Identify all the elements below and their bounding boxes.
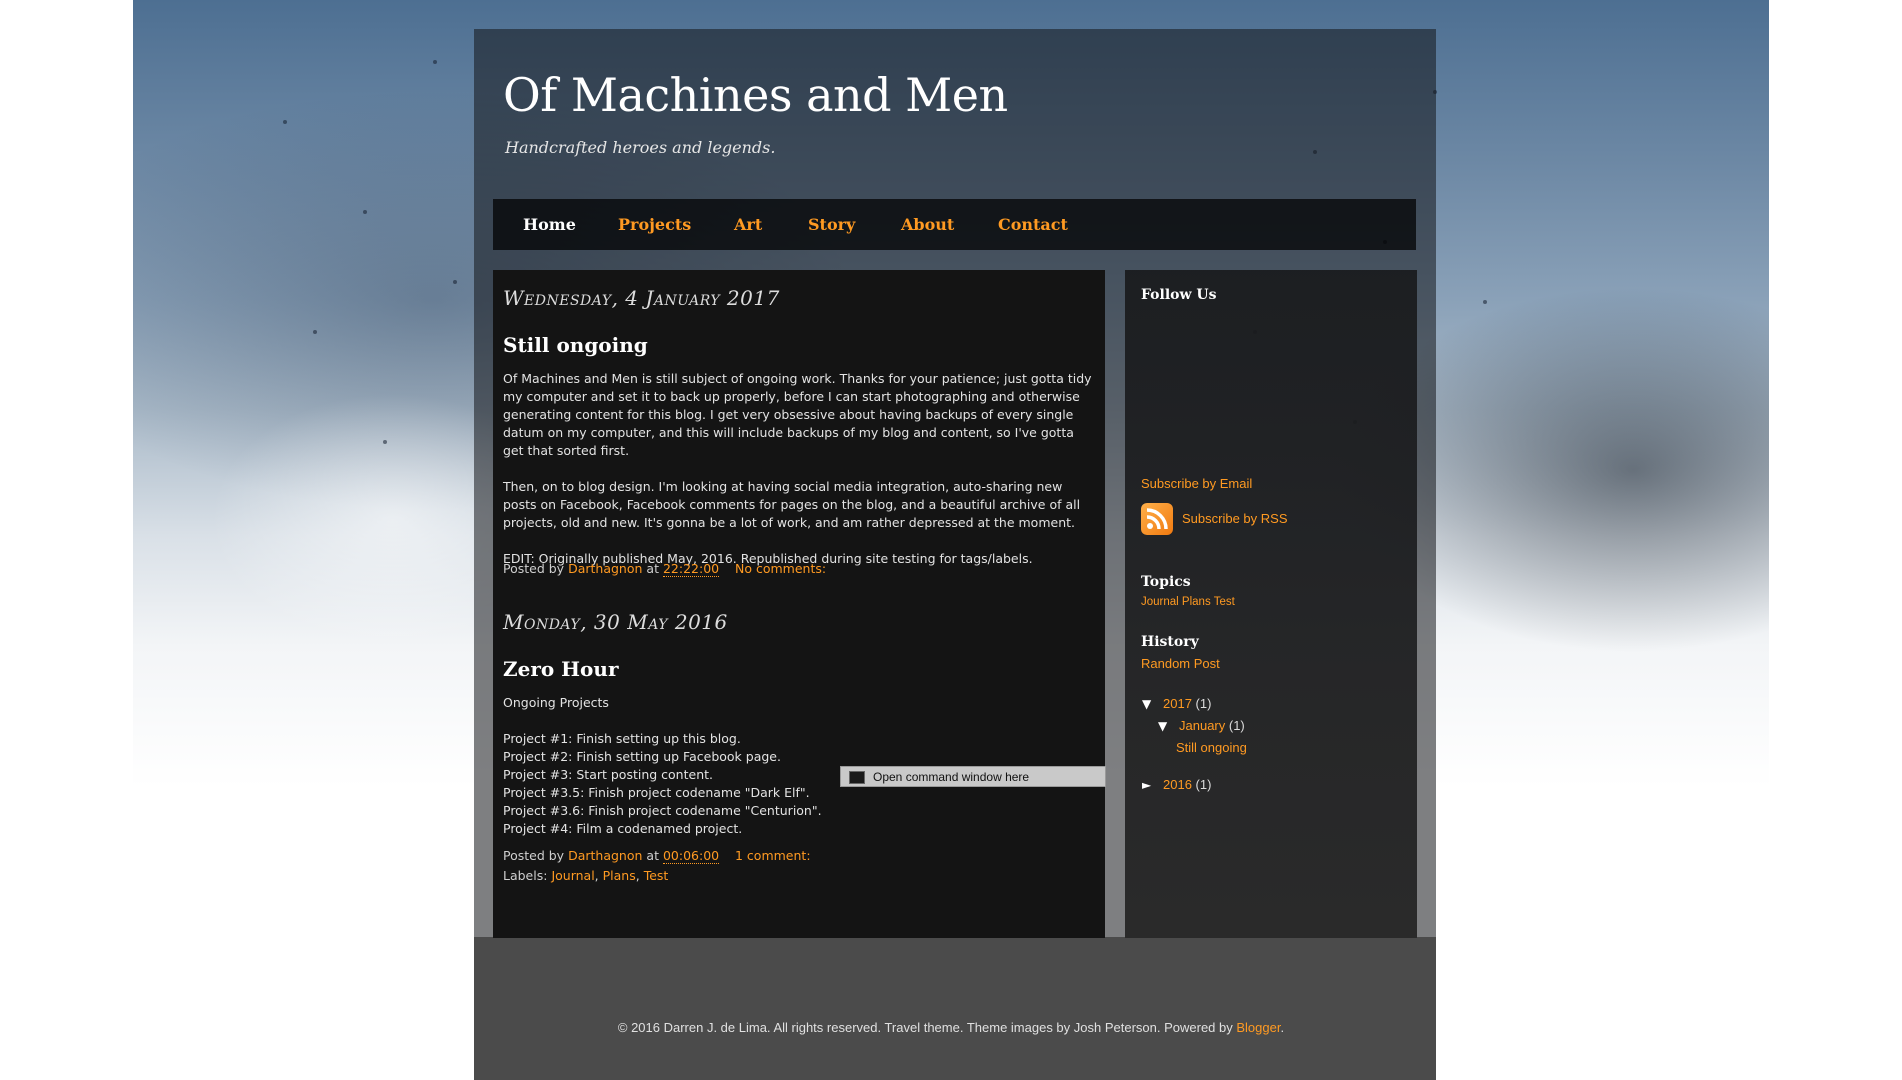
expanded-arrow-icon[interactable]: ▼ [1158, 719, 1167, 733]
post-timestamp-link[interactable]: 00:06:00 [662, 848, 720, 864]
label-link-journal[interactable]: Journal [551, 868, 594, 883]
copyright-text: © 2016 Darren J. de Lima. All rights res… [617, 1020, 1233, 1035]
labels-label: Labels: [503, 868, 548, 883]
archive-year-link[interactable]: 2016 [1163, 777, 1192, 792]
nav-contact[interactable]: Contact [998, 215, 1068, 234]
at-label: at [646, 561, 659, 576]
topic-test[interactable]: Test [1214, 596, 1235, 608]
topic-journal[interactable]: Journal [1141, 596, 1179, 608]
nav-bar: Home Projects Art Story About Contact [493, 199, 1416, 250]
blog-description: Handcrafted heroes and legends. [505, 138, 776, 157]
label-link-test[interactable]: Test [644, 868, 669, 883]
posted-by-label: Posted by [503, 561, 565, 576]
archive-post-link[interactable]: Still ongoing [1176, 740, 1247, 755]
project-line: Project #1: Finish setting up this blog. [503, 731, 741, 746]
topics-cloud: Journal Plans Test [1141, 596, 1235, 608]
post-date: Wednesday, 4 January 2017 [503, 286, 780, 310]
nav-story[interactable]: Story [808, 215, 855, 234]
archive-count: (1) [1195, 777, 1212, 792]
project-line: Project #4: Film a codenamed project. [503, 821, 743, 836]
post-title[interactable]: Zero Hour [503, 657, 618, 681]
post-intro: Ongoing Projects [503, 695, 609, 710]
author-link[interactable]: Darthagnon [568, 848, 642, 863]
post-date: Monday, 30 May 2016 [503, 610, 728, 634]
copyright-footer: © 2016 Darren J. de Lima. All rights res… [0, 1020, 1902, 1035]
nav-about[interactable]: About [901, 215, 954, 234]
label-link-plans[interactable]: Plans [603, 868, 636, 883]
topics-title: Topics [1141, 574, 1191, 590]
post-paragraph: Of Machines and Men is still subject of … [503, 371, 1092, 458]
topic-plans[interactable]: Plans [1182, 596, 1211, 608]
post-timestamp-link[interactable]: 22:22:00 [662, 561, 720, 577]
cmd-icon [849, 771, 865, 784]
archive-count: (1) [1228, 718, 1245, 733]
follow-us-title: Follow Us [1141, 287, 1217, 303]
post-footer: Posted by Darthagnon at 00:06:00 1 comme… [503, 848, 811, 864]
archive-year-2016: 2016 (1) [1163, 777, 1211, 792]
subscribe-rss-link[interactable]: Subscribe by RSS [1182, 511, 1288, 526]
nav-projects[interactable]: Projects [618, 215, 691, 234]
nav-home[interactable]: Home [523, 215, 576, 234]
random-post-link[interactable]: Random Post [1141, 656, 1220, 671]
project-line: Project #2: Finish setting up Facebook p… [503, 749, 781, 764]
nav-art[interactable]: Art [734, 215, 762, 234]
posted-by-label: Posted by [503, 848, 565, 863]
post-labels: Labels: Journal, Plans, Test [503, 868, 669, 883]
blogger-link[interactable]: Blogger [1236, 1020, 1280, 1035]
collapsed-arrow-icon[interactable]: ► [1142, 778, 1151, 792]
at-label: at [646, 848, 659, 863]
history-title: History [1141, 634, 1199, 650]
post-body: Of Machines and Men is still subject of … [503, 370, 1093, 568]
archive-month-january: January (1) [1179, 718, 1245, 733]
comments-link[interactable]: 1 comment: [735, 848, 811, 863]
copyright-period: . [1280, 1020, 1285, 1035]
project-line: Project #3.6: Finish project codename "C… [503, 803, 822, 818]
archive-year-link[interactable]: 2017 [1163, 696, 1192, 711]
command-window-tooltip[interactable]: Open command window here [840, 766, 1106, 787]
rss-icon[interactable] [1141, 503, 1173, 535]
comments-link[interactable]: No comments: [735, 561, 826, 576]
post-footer: Posted by Darthagnon at 22:22:00 No comm… [503, 561, 826, 577]
blog-title[interactable]: Of Machines and Men [503, 68, 1008, 122]
subscribe-email-link[interactable]: Subscribe by Email [1141, 476, 1252, 491]
post-title[interactable]: Still ongoing [503, 333, 648, 357]
archive-month-link[interactable]: January [1179, 718, 1225, 733]
tooltip-label: Open command window here [873, 770, 1030, 784]
footer-area [474, 937, 1436, 1080]
author-link[interactable]: Darthagnon [568, 561, 642, 576]
archive-year-2017: 2017 (1) [1163, 696, 1211, 711]
archive-count: (1) [1195, 696, 1212, 711]
post-paragraph: Then, on to blog design. I'm looking at … [503, 479, 1081, 530]
expanded-arrow-icon[interactable]: ▼ [1142, 697, 1151, 711]
